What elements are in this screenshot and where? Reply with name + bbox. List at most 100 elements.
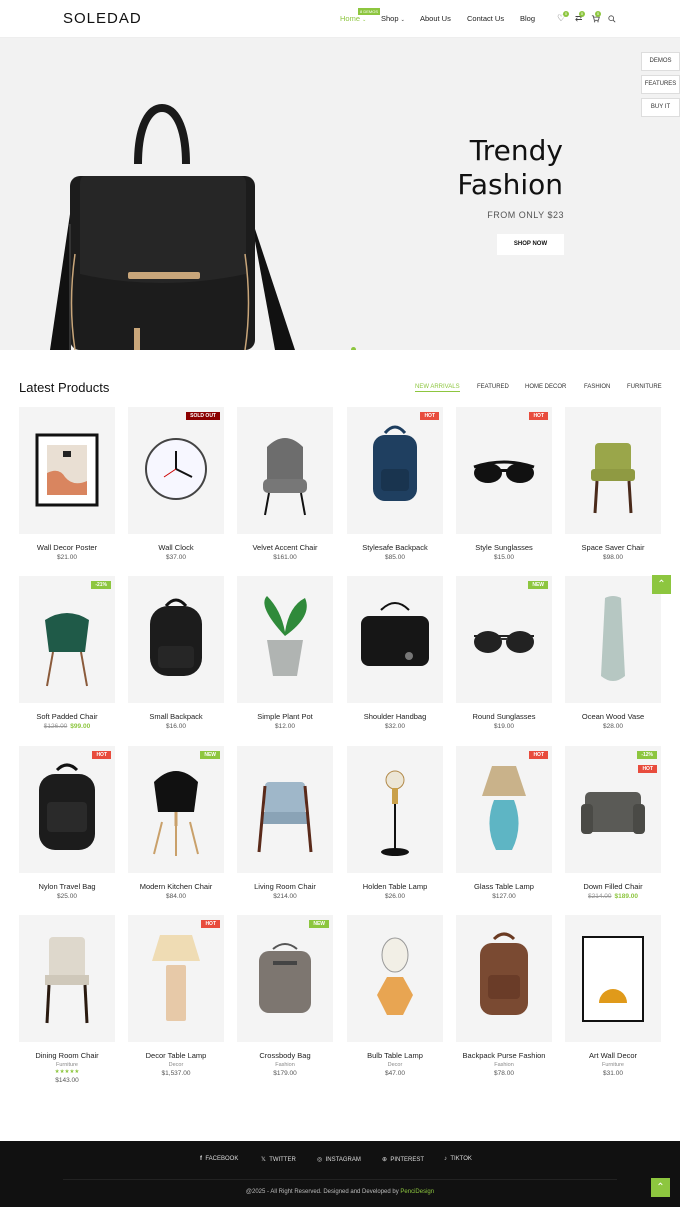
product-name[interactable]: Velvet Accent Chair (237, 543, 333, 552)
tab-featured[interactable]: FEATURED (477, 384, 509, 390)
product-image[interactable] (347, 746, 443, 873)
back-to-top-icon[interactable]: ⌃ (651, 1178, 670, 1197)
product-image[interactable]: HOT (456, 746, 552, 873)
site-logo[interactable]: SOLEDAD (63, 10, 142, 27)
product-image[interactable] (565, 576, 661, 703)
product-category[interactable]: Fashion (456, 1062, 552, 1068)
product-category[interactable]: Furniture (19, 1062, 115, 1068)
product-card[interactable]: NEW Round Sunglasses $19.00 (456, 576, 552, 730)
product-card[interactable]: Art Wall Decor Furniture $31.00 (565, 915, 661, 1077)
product-card[interactable]: Ocean Wood Vase $28.00 (565, 576, 661, 730)
product-card[interactable]: Dining Room Chair Furniture ★★★★★ $143.00 (19, 915, 115, 1084)
product-image[interactable]: NEW (128, 746, 224, 873)
social-pinterest[interactable]: ⊕ PINTEREST (382, 1156, 424, 1163)
nav-shop[interactable]: Shop ⌄ (381, 14, 405, 23)
tab-new-arrivals[interactable]: NEW ARRIVALS (415, 384, 460, 392)
product-card[interactable]: -21% Soft Padded Chair $126.00 $99.00 (19, 576, 115, 730)
product-image[interactable] (128, 576, 224, 703)
product-image[interactable] (19, 915, 115, 1042)
product-card[interactable]: Holden Table Lamp $26.00 (347, 746, 443, 900)
product-category[interactable]: Furniture (565, 1062, 661, 1068)
product-image[interactable] (565, 915, 661, 1042)
search-icon[interactable] (608, 15, 616, 23)
product-card[interactable]: HOT Nylon Travel Bag $25.00 (19, 746, 115, 900)
product-card[interactable]: HOT Decor Table Lamp Decor $1,537.00 (128, 915, 224, 1077)
product-image[interactable]: SOLD OUT (128, 407, 224, 534)
product-image[interactable]: HOT (19, 746, 115, 873)
product-image[interactable]: HOT (347, 407, 443, 534)
product-name[interactable]: Decor Table Lamp (128, 1051, 224, 1060)
product-card[interactable]: HOT Glass Table Lamp $127.00 (456, 746, 552, 900)
product-image[interactable] (565, 407, 661, 534)
shop-now-button[interactable]: SHOP NOW (497, 234, 564, 255)
nav-home[interactable]: Home ⌄ (340, 14, 366, 23)
nav-blog[interactable]: Blog (520, 14, 535, 23)
product-image[interactable] (237, 407, 333, 534)
product-name[interactable]: Wall Clock (128, 543, 224, 552)
product-name[interactable]: Round Sunglasses (456, 712, 552, 721)
product-image[interactable]: HOT (128, 915, 224, 1042)
product-name[interactable]: Style Sunglasses (456, 543, 552, 552)
product-image[interactable] (347, 915, 443, 1042)
product-image[interactable]: -12% HOT (565, 746, 661, 873)
product-name[interactable]: Wall Decor Poster (19, 543, 115, 552)
product-name[interactable]: Living Room Chair (237, 882, 333, 891)
product-image[interactable]: NEW (237, 915, 333, 1042)
social-instagram[interactable]: ◎ INSTAGRAM (317, 1156, 361, 1163)
product-name[interactable]: Ocean Wood Vase (565, 712, 661, 721)
product-name[interactable]: Nylon Travel Bag (19, 882, 115, 891)
chevron-up-icon[interactable]: ⌃ (652, 575, 671, 594)
product-name[interactable]: Backpack Purse Fashion (456, 1051, 552, 1060)
social-facebook[interactable]: f FACEBOOK (200, 1156, 238, 1162)
copyright-brand-link[interactable]: PenciDesign (400, 1189, 434, 1195)
product-card[interactable]: Living Room Chair $214.00 (237, 746, 333, 900)
product-image[interactable] (19, 407, 115, 534)
product-image[interactable] (456, 915, 552, 1042)
product-card[interactable]: Wall Decor Poster $21.00 (19, 407, 115, 561)
product-category[interactable]: Fashion (237, 1062, 333, 1068)
product-card[interactable]: Backpack Purse Fashion Fashion $78.00 (456, 915, 552, 1077)
product-name[interactable]: Space Saver Chair (565, 543, 661, 552)
product-name[interactable]: Glass Table Lamp (456, 882, 552, 891)
product-name[interactable]: Crossbody Bag (237, 1051, 333, 1060)
nav-contact[interactable]: Contact Us (467, 14, 504, 23)
slider-dot-active[interactable] (350, 347, 356, 350)
product-card[interactable]: HOT Stylesafe Backpack $85.00 (347, 407, 443, 561)
product-name[interactable]: Modern Kitchen Chair (128, 882, 224, 891)
product-card[interactable]: Space Saver Chair $98.00 (565, 407, 661, 561)
buy-it-tab[interactable]: BUY IT (641, 98, 680, 117)
product-category[interactable]: Decor (128, 1062, 224, 1068)
product-image[interactable]: HOT (456, 407, 552, 534)
product-category[interactable]: Decor (347, 1062, 443, 1068)
product-name[interactable]: Stylesafe Backpack (347, 543, 443, 552)
product-card[interactable]: Bulb Table Lamp Decor $47.00 (347, 915, 443, 1077)
product-card[interactable]: Shoulder Handbag $32.00 (347, 576, 443, 730)
product-name[interactable]: Down Filled Chair (565, 882, 661, 891)
product-card[interactable]: -12% HOT Down Filled Chair $214.00 $189.00 (565, 746, 661, 900)
social-tiktok[interactable]: ♪ TIKTOK (444, 1156, 472, 1162)
product-card[interactable]: HOT Style Sunglasses $15.00 (456, 407, 552, 561)
features-tab[interactable]: FEATURES (641, 75, 680, 94)
product-image[interactable]: NEW (456, 576, 552, 703)
product-name[interactable]: Shoulder Handbag (347, 712, 443, 721)
demos-tab[interactable]: DEMOS (641, 52, 680, 71)
product-name[interactable]: Dining Room Chair (19, 1051, 115, 1060)
product-card[interactable]: SOLD OUT Wall Clock $37.00 (128, 407, 224, 561)
product-image[interactable] (237, 576, 333, 703)
product-card[interactable]: NEW Modern Kitchen Chair $84.00 (128, 746, 224, 900)
tab-fashion[interactable]: FASHION (584, 384, 610, 390)
product-name[interactable]: Small Backpack (128, 712, 224, 721)
product-image[interactable] (347, 576, 443, 703)
product-name[interactable]: Art Wall Decor (565, 1051, 661, 1060)
product-name[interactable]: Soft Padded Chair (19, 712, 115, 721)
nav-about[interactable]: About Us (420, 14, 451, 23)
product-name[interactable]: Bulb Table Lamp (347, 1051, 443, 1060)
product-card[interactable]: Small Backpack $16.00 (128, 576, 224, 730)
tab-furniture[interactable]: FURNITURE (627, 384, 662, 390)
product-card[interactable]: Simple Plant Pot $12.00 (237, 576, 333, 730)
product-image[interactable]: -21% (19, 576, 115, 703)
product-image[interactable] (237, 746, 333, 873)
product-name[interactable]: Holden Table Lamp (347, 882, 443, 891)
product-name[interactable]: Simple Plant Pot (237, 712, 333, 721)
social-twitter[interactable]: 𝕏 TWITTER (261, 1156, 296, 1163)
